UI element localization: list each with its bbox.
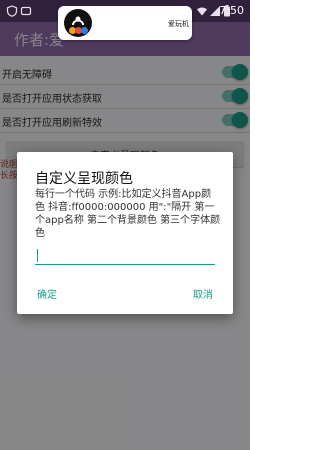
cancel-button[interactable]: 取消: [193, 286, 213, 301]
dialog-message: 每行一个代码 示例:比如定义抖音App颜色 抖音:ff0000:000000 用…: [35, 189, 221, 239]
wifi-icon: [197, 7, 207, 16]
shield-icon: [6, 5, 18, 17]
notification-text: 爱玩机: [168, 20, 189, 28]
logo-dot: [81, 27, 88, 34]
notification-card[interactable]: 爱玩机: [58, 6, 192, 40]
confirm-button[interactable]: 确定: [37, 286, 57, 301]
app-logo: [64, 9, 92, 37]
dialog-title: 自定义呈现颜色: [35, 171, 133, 187]
custom-color-dialog: 自定义呈现颜色 每行一个代码 示例:比如定义抖音App颜色 抖音:ff0000:…: [17, 152, 233, 314]
status-time: 7:50: [219, 4, 244, 17]
color-code-input[interactable]: [35, 246, 215, 265]
text-cursor: [37, 249, 38, 262]
notification-icon: [20, 6, 32, 16]
